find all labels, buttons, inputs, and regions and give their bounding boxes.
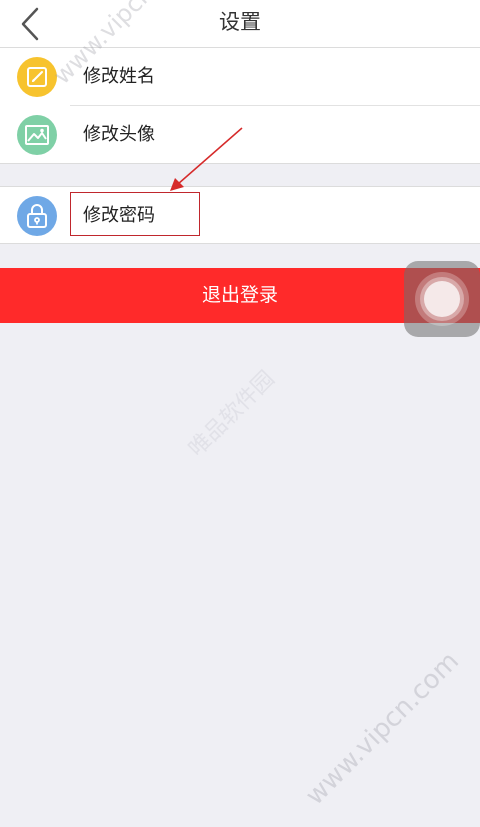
menu-item-edit-name[interactable]: 修改姓名 [0, 48, 480, 106]
watermark: www.vipcn.com [300, 646, 466, 812]
assistive-touch-icon [415, 272, 469, 326]
assistive-touch-button[interactable] [404, 261, 480, 337]
settings-group-profile: 修改姓名 修改头像 [0, 48, 480, 164]
image-icon [17, 115, 57, 155]
edit-icon [17, 57, 57, 97]
highlight-box [70, 192, 200, 236]
nav-bar: 设置 [0, 0, 480, 48]
menu-item-label: 修改头像 [83, 124, 155, 145]
menu-item-edit-avatar[interactable]: 修改头像 [0, 106, 480, 163]
menu-item-label: 修改姓名 [83, 66, 155, 87]
lock-icon [17, 196, 57, 236]
page-title: 设置 [219, 10, 261, 34]
settings-group-security: 修改密码 [0, 186, 480, 244]
watermark: 唯品软件园 [184, 366, 280, 462]
menu-item-change-password[interactable]: 修改密码 [0, 187, 480, 244]
